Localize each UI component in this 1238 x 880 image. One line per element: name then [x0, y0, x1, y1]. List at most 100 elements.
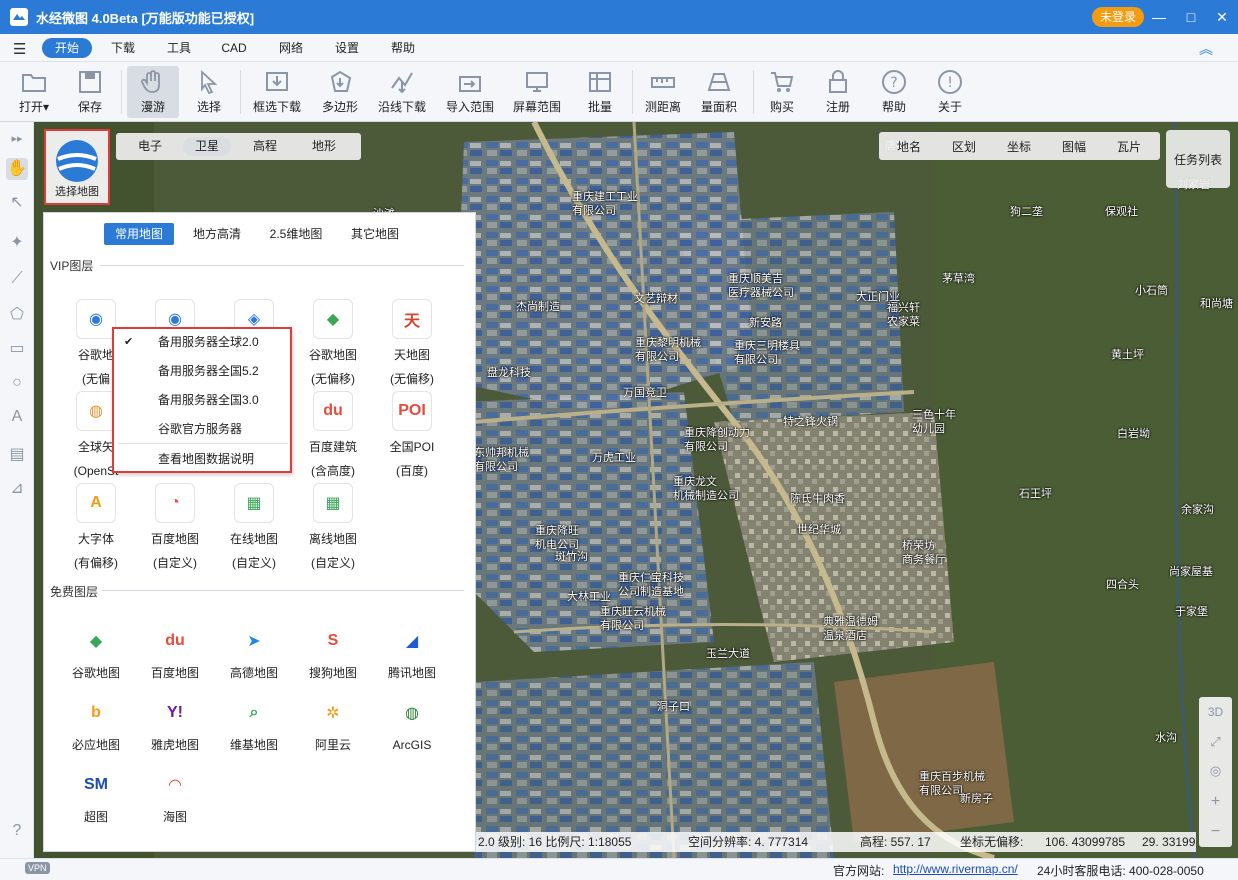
vip-layer-item[interactable]: POI 全国POI (百度) — [373, 391, 451, 483]
menu-item-backup-national-3.0[interactable]: 备用服务器全国3.0 — [114, 387, 290, 413]
tool-tile[interactable]: 瓦片 — [1117, 138, 1141, 155]
tool-coordinate[interactable]: 坐标 — [1007, 138, 1031, 155]
map-type-terrain[interactable]: 地形 — [302, 137, 346, 156]
menu-tools[interactable]: 工具 — [161, 38, 197, 58]
tool-placename[interactable]: 地名 — [897, 138, 921, 155]
task-list-button[interactable]: 任务列表 — [1166, 130, 1230, 188]
tool-division[interactable]: 区划 — [952, 138, 976, 155]
cursor-icon[interactable]: ↖ — [6, 192, 28, 214]
polygon-button[interactable]: 多边形 — [314, 66, 366, 118]
menu-item-backup-national-5.2[interactable]: 备用服务器全国5.2 — [114, 358, 290, 384]
3d-toggle-button[interactable]: 3D — [1199, 705, 1232, 719]
free-layer-item[interactable]: ◠ 海图 — [136, 765, 214, 825]
menu-item-data-description[interactable]: 查看地图数据说明 — [114, 446, 290, 472]
open-button[interactable]: 打开▾ — [8, 66, 60, 118]
vip-layer-item[interactable]: ◔ 百度地图 (自定义) — [136, 483, 214, 575]
vip-layer-item[interactable]: 天天地图 (无偏移) — [373, 299, 451, 391]
select-button[interactable]: 选择 — [183, 66, 235, 118]
measure-distance-button[interactable]: 测距离 — [637, 66, 689, 118]
menu-help[interactable]: 帮助 — [385, 38, 421, 58]
rectangle-icon[interactable]: ▭ — [6, 338, 28, 360]
box-download-button[interactable]: 框选下载 — [251, 66, 303, 118]
login-button[interactable]: 未登录 — [1092, 7, 1145, 27]
pan-button[interactable]: 漫游 — [127, 66, 179, 118]
menu-start[interactable]: 开始 — [42, 38, 92, 58]
free-layer-item[interactable]: du 百度地图 — [136, 621, 214, 681]
svg-text:!: ! — [947, 75, 953, 91]
help-button[interactable]: ? 帮助 — [868, 66, 920, 118]
locate-icon[interactable]: ◎ — [1199, 763, 1232, 779]
map-place-label: 狗二垄 — [1010, 206, 1043, 218]
free-layer-item[interactable]: S 搜狗地图 — [294, 621, 372, 681]
menu-download[interactable]: 下载 — [105, 38, 141, 58]
menu-item-google-official[interactable]: 谷歌官方服务器 — [114, 416, 290, 442]
polyline-icon[interactable]: ⟋ — [6, 268, 28, 290]
map-type-elevation[interactable]: 高程 — [243, 137, 287, 156]
free-layer-item[interactable]: SM 超图 — [57, 765, 135, 825]
ruler-icon[interactable]: ▤ — [6, 444, 28, 466]
marker-icon[interactable]: ✦ — [6, 232, 28, 254]
area-icon[interactable]: ⊿ — [6, 478, 28, 500]
free-section-title: 免费图层 — [50, 585, 99, 599]
map-layer-icon: ◔ — [155, 483, 195, 523]
tab-common-maps[interactable]: 常用地图 — [104, 223, 174, 245]
map-layer-icon: b — [91, 704, 101, 721]
zoom-out-button[interactable]: − — [1199, 823, 1232, 841]
line-download-button[interactable]: 沿线下载 — [376, 66, 428, 118]
vip-layer-item[interactable]: du 百度建筑 (含高度) — [294, 391, 372, 483]
close-button[interactable]: ✕ — [1212, 7, 1232, 27]
maximize-button[interactable]: □ — [1181, 7, 1201, 27]
free-layer-item[interactable]: ◆ 谷歌地图 — [57, 621, 135, 681]
menu-item-backup-global-2[interactable]: ✔ 备用服务器全球2.0 — [114, 329, 290, 355]
expand-icon[interactable]: ▸▸ — [6, 128, 28, 150]
zoom-in-button[interactable]: + — [1199, 793, 1232, 811]
menu-settings[interactable]: 设置 — [329, 38, 365, 58]
vip-layer-item[interactable]: ▦ 在线地图 (自定义) — [215, 483, 293, 575]
menu-network[interactable]: 网络 — [273, 38, 309, 58]
save-button[interactable]: 保存 — [64, 66, 116, 118]
vip-layer-item[interactable]: ▦ 离线地图 (自定义) — [294, 483, 372, 575]
map-place-label: 重庆降旺 机电公司 — [535, 525, 579, 551]
tab-other-maps[interactable]: 其它地图 — [340, 223, 410, 245]
circle-icon[interactable]: ○ — [6, 372, 28, 394]
tab-2.5d-maps[interactable]: 2.5维地图 — [260, 223, 332, 245]
text-icon[interactable]: A — [6, 406, 28, 428]
map-type-vector[interactable]: 电子 — [128, 137, 172, 156]
tool-sheet[interactable]: 图幅 — [1062, 138, 1086, 155]
polygon-icon[interactable]: ⬠ — [6, 304, 28, 326]
site-link[interactable]: http://www.rivermap.cn/ — [893, 862, 1018, 876]
free-layer-item[interactable]: ➤ 高德地图 — [215, 621, 293, 681]
free-layer-item[interactable]: b 必应地图 — [57, 693, 135, 753]
menu-cad[interactable]: CAD — [216, 38, 252, 58]
free-layer-item[interactable]: ⌕ 维基地图 — [215, 693, 293, 753]
help-icon: ? — [882, 70, 906, 94]
layer-label: 必应地图 — [71, 738, 120, 752]
free-layer-item[interactable]: ◢ 腾讯地图 — [373, 621, 451, 681]
help-icon[interactable]: ? — [6, 820, 28, 842]
vip-layer-item[interactable]: A 大字体 (有偏移) — [57, 483, 135, 575]
layer-label: 腾讯地图 — [387, 666, 436, 680]
hamburger-menu-icon[interactable]: ☰ — [13, 40, 26, 58]
collapse-ribbon-icon[interactable]: ︽ — [1199, 39, 1213, 59]
register-button[interactable]: 注册 — [812, 66, 864, 118]
minimize-button[interactable]: — — [1149, 7, 1169, 27]
free-layer-item[interactable]: ◍ ArcGIS — [373, 693, 451, 753]
fullscreen-icon[interactable]: ⤢ — [1199, 734, 1232, 750]
import-range-button[interactable]: 导入范围 — [444, 66, 496, 118]
free-layer-item[interactable]: ✲ 阿里云 — [294, 693, 372, 753]
about-button[interactable]: ! 关于 — [924, 66, 976, 118]
vip-layer-item[interactable]: ◆ 谷歌地图 (无偏移) — [294, 299, 372, 391]
batch-button[interactable]: 批量 — [574, 66, 626, 118]
layer-label: 百度建筑 — [308, 440, 357, 454]
map-type-satellite[interactable]: 卫星 — [183, 137, 231, 156]
measure-area-button[interactable]: 量面积 — [693, 66, 745, 118]
free-layer-item[interactable]: Y! 雅虎地图 — [136, 693, 214, 753]
buy-button[interactable]: 购买 — [756, 66, 808, 118]
hand-icon[interactable]: ✋ — [6, 158, 28, 180]
screen-range-button[interactable]: 屏幕范围 — [511, 66, 563, 118]
map-place-label: 石王坪 — [1019, 488, 1052, 500]
tab-local-hd[interactable]: 地方高清 — [184, 223, 250, 245]
ruler-icon — [651, 77, 675, 88]
level-scale-text: 2.0 级别: 16 比例尺: 1:18055 — [478, 835, 632, 849]
select-map-button[interactable]: 选择地图 — [44, 129, 110, 205]
